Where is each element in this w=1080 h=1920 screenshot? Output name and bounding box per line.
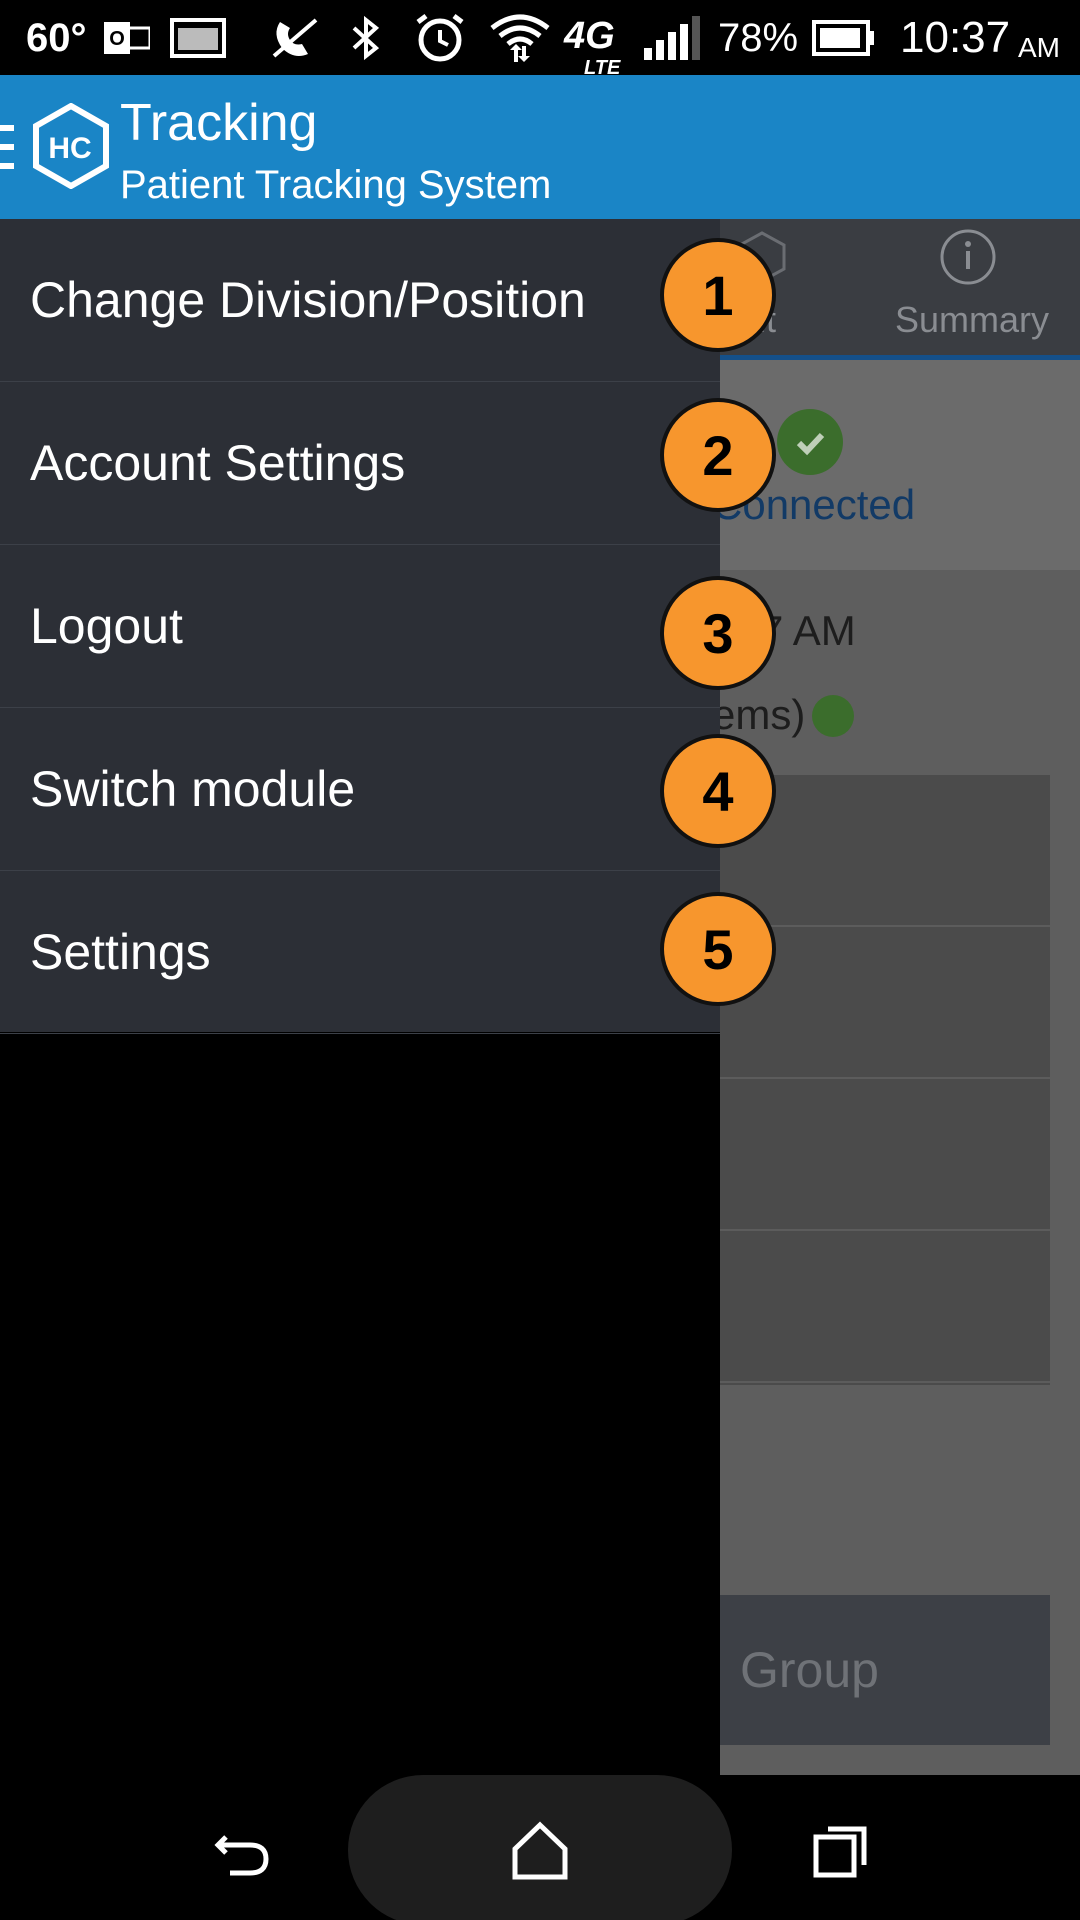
status-dot-icon (812, 695, 854, 737)
drawer-item-label: Logout (30, 598, 183, 654)
bluetooth-icon (348, 14, 384, 62)
callout-badge-2: 2 (660, 398, 776, 512)
drawer-item-account-settings[interactable]: Account Settings (0, 382, 720, 545)
battery-percent: 78% (718, 16, 799, 60)
background-items-text: ems) (720, 691, 806, 738)
background-list (720, 775, 1050, 1385)
drawer-item-settings[interactable]: Settings (0, 871, 720, 1034)
back-icon[interactable] (206, 1815, 276, 1885)
drawer-item-switch-module[interactable]: Switch module (0, 708, 720, 871)
clock-time: 10:37 (900, 13, 1011, 62)
info-icon (940, 229, 996, 285)
list-item (720, 1231, 1050, 1383)
system-nav-bar (0, 1775, 1080, 1920)
home-icon[interactable] (505, 1815, 575, 1885)
battery-icon (812, 14, 876, 62)
signal-icon (642, 14, 702, 62)
no-call-icon (268, 14, 324, 62)
drawer-item-logout[interactable]: Logout (0, 545, 720, 708)
background-group-button: Group (720, 1595, 1050, 1745)
clock-ampm: AM (1018, 32, 1060, 63)
wifi-icon (488, 14, 552, 62)
drawer-item-label: Switch module (30, 761, 356, 817)
app-subtitle: Patient Tracking System (120, 163, 552, 207)
navigation-drawer: Change Division/Position Account Setting… (0, 219, 720, 1034)
drawer-item-label: Account Settings (30, 435, 406, 491)
background-group-label: Group (740, 1642, 879, 1698)
app-bar: HC Tracking Patient Tracking System (0, 75, 1080, 219)
app-title: Tracking (120, 94, 318, 152)
callout-badge-4: 4 (660, 734, 776, 848)
hc-logo: HC (32, 102, 110, 190)
logo-text: HC (48, 132, 91, 165)
status-bar: 60° O 4G LTE 78% 10:37 AM (0, 0, 1080, 79)
background-tab-summary: Summary (895, 299, 1050, 340)
check-icon (777, 409, 843, 475)
list-item (720, 1079, 1050, 1231)
alarm-icon (412, 14, 468, 62)
callout-badge-1: 1 (660, 238, 776, 352)
callout-badge-5: 5 (660, 892, 776, 1006)
drawer-item-change-division[interactable]: Change Division/Position (0, 219, 720, 382)
image-icon (170, 14, 226, 62)
menu-icon[interactable] (0, 125, 14, 169)
outlook-icon: O (104, 14, 150, 62)
callout-badge-3: 3 (660, 576, 776, 690)
temperature: 60° (26, 16, 87, 60)
drawer-item-label: Settings (30, 924, 211, 980)
drawer-item-label: Change Division/Position (30, 272, 586, 328)
recents-icon[interactable] (806, 1815, 876, 1885)
svg-text:O: O (109, 28, 125, 50)
